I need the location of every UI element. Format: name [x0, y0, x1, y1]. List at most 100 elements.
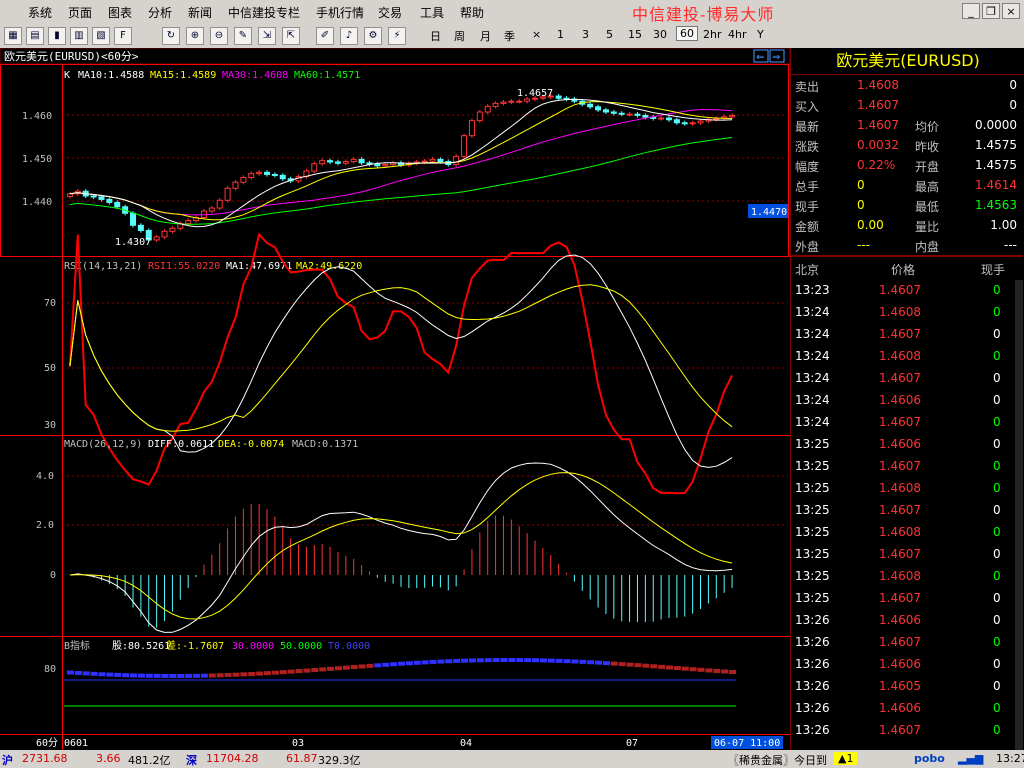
ma15-line	[69, 101, 733, 221]
quote-panel: 欧元美元(EURUSD) 卖出 1.4608 0 买入 1.4607 0 最新 1.4607 均…	[790, 48, 1024, 750]
tick-time: 13:23	[795, 283, 830, 297]
b-curve	[66, 658, 737, 678]
menu-mobile[interactable]: 手机行情	[316, 4, 364, 21]
menu-trade[interactable]: 交易	[378, 4, 402, 21]
candle	[342, 161, 349, 164]
b-curve-segment	[295, 669, 303, 674]
candle	[610, 111, 617, 114]
menu-help[interactable]: 帮助	[460, 4, 484, 21]
edit-icon[interactable]: ✐	[316, 27, 334, 45]
tick-time: 13:25	[795, 547, 830, 561]
bell-icon[interactable]: ♪	[340, 27, 358, 45]
candle	[673, 119, 680, 124]
tick-price: 1.4608	[879, 305, 921, 319]
grid-icon[interactable]: ▦	[4, 27, 22, 45]
b-curve-segment	[319, 667, 327, 672]
b-curve-segment	[66, 670, 74, 675]
toolbar: ▦ ▤ ▮ ▥ ▧ F ↻ ⊕ ⊖ ✎ ⇲ ⇱ ✐ ♪ ⚙ ⚡ 日 周 月 季 …	[0, 24, 1024, 49]
chart-area[interactable]: 欧元美元(EURUSD)<60分> ⇐ ⇒ K MA10:1.4588 MA15…	[0, 48, 790, 750]
minimize-icon[interactable]: _	[962, 3, 980, 19]
b-curve-segment	[366, 663, 374, 668]
period-week[interactable]: 周	[454, 28, 465, 44]
quote-label: 买入	[795, 100, 820, 114]
period-season[interactable]: 季	[504, 28, 515, 44]
quote-title: 欧元美元(EURUSD)	[791, 48, 1024, 75]
draw-icon[interactable]: ✎	[234, 27, 252, 45]
b-curve-segment	[232, 672, 240, 677]
import-icon[interactable]: ⇱	[282, 27, 300, 45]
tick-row: 13:26 1.4606 0	[791, 696, 1023, 718]
bar-icon[interactable]: ▥	[70, 27, 88, 45]
period-5[interactable]: 5	[606, 28, 613, 41]
ma60-value: MA60:1.4571	[294, 70, 360, 81]
b-curve-segment	[532, 658, 539, 663]
quote-label-2: 最低	[915, 200, 940, 214]
x-period-label: 60分	[36, 737, 58, 749]
b-curve-segment	[122, 673, 130, 678]
menu-chart[interactable]: 图表	[108, 4, 132, 21]
menu-page[interactable]: 页面	[68, 4, 92, 21]
news-ticker[interactable]: 〖稀贵金属〗今日到	[728, 752, 827, 768]
lightning-icon[interactable]: ⚡	[388, 27, 406, 45]
candle	[264, 171, 270, 175]
zoom-out-icon[interactable]: ⊖	[210, 27, 228, 45]
menu-column[interactable]: 中信建投专栏	[228, 4, 300, 21]
alert-badge[interactable]: ▲1	[834, 752, 858, 765]
macd-diff-value: DIFF:0.0611	[148, 439, 214, 450]
period-4hr[interactable]: 4hr	[728, 28, 747, 41]
period-month[interactable]: 月	[480, 28, 491, 44]
export-icon[interactable]: ⇲	[258, 27, 276, 45]
period-30[interactable]: 30	[653, 28, 667, 41]
multi-icon[interactable]: ▧	[92, 27, 110, 45]
quote-row: 最新 1.4607 均价 0.0000	[791, 114, 1023, 136]
tick-time: 13:24	[795, 327, 830, 341]
rsi-ma2-line	[69, 284, 733, 432]
candle	[697, 120, 704, 124]
period-60[interactable]: 60	[676, 26, 698, 41]
b-curve-segment	[524, 658, 532, 663]
table-icon[interactable]: ▤	[26, 27, 44, 45]
menu-news[interactable]: 新闻	[188, 4, 212, 21]
tick-price: 1.4606	[879, 393, 921, 407]
x-label-07: 07	[626, 738, 638, 749]
candle	[729, 114, 736, 118]
quote-value: 0	[857, 198, 865, 212]
period-x[interactable]: ×	[532, 28, 541, 41]
settings-icon[interactable]: ⚙	[364, 27, 382, 45]
sh-index: 2731.68	[22, 752, 68, 765]
period-day[interactable]: 日	[430, 28, 441, 44]
quote-row: 买入 1.4607 0	[791, 94, 1023, 116]
tick-volume: 0	[993, 437, 1001, 451]
sh-amount: 481.2亿	[128, 754, 171, 767]
b-curve-segment	[539, 658, 547, 663]
tick-header-time: 北京	[795, 263, 820, 277]
period-15[interactable]: 15	[628, 28, 642, 41]
refresh-icon[interactable]: ↻	[162, 27, 180, 45]
menu-analysis[interactable]: 分析	[148, 4, 172, 21]
period-3[interactable]: 3	[582, 28, 589, 41]
b-curve-segment	[224, 672, 232, 677]
menu-tools[interactable]: 工具	[420, 4, 444, 21]
k-tick-1440: 1.440	[22, 197, 52, 208]
candle	[224, 187, 231, 201]
b-curve-segment	[145, 673, 153, 678]
fund-icon[interactable]: F	[114, 27, 132, 45]
chart-svg[interactable]: 欧元美元(EURUSD)<60分> ⇐ ⇒ K MA10:1.4588 MA15…	[0, 48, 790, 750]
period-year[interactable]: Y	[757, 28, 764, 41]
b-curve-segment	[563, 659, 571, 664]
candle-icon[interactable]: ▮	[48, 27, 66, 45]
zoom-in-icon[interactable]: ⊕	[186, 27, 204, 45]
quote-row: 涨跌 0.0032 昨收 1.4575	[791, 134, 1023, 156]
close-icon[interactable]: ×	[1002, 3, 1020, 19]
period-1[interactable]: 1	[557, 28, 564, 41]
period-2hr[interactable]: 2hr	[703, 28, 722, 41]
restore-icon[interactable]: ❐	[982, 3, 1000, 19]
menu-system[interactable]: 系统	[28, 4, 52, 21]
b-curve-segment	[279, 670, 287, 675]
menu-bar: 系统 页面 图表 分析 新闻 中信建投专栏 手机行情 交易 工具 帮助 中信建投…	[0, 0, 1024, 25]
tick-volume: 0	[993, 723, 1001, 737]
tick-price: 1.4605	[879, 679, 921, 693]
tick-scrollbar[interactable]	[1015, 280, 1023, 750]
macd-diff-line	[69, 462, 733, 633]
b-curve-segment	[248, 671, 256, 676]
